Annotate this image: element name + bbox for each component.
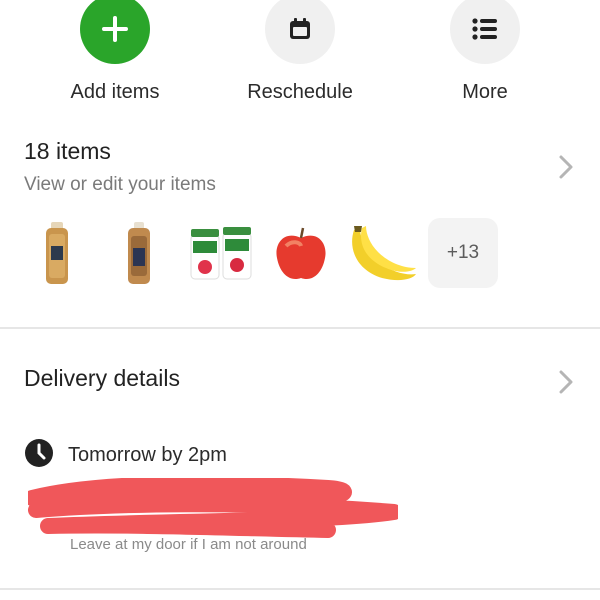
section-divider [0,588,600,590]
chevron-right-icon [558,154,574,185]
list-icon [450,0,520,64]
delivery-slot-text: Tomorrow by 2pm [68,444,227,466]
apple-image [270,218,332,290]
bread-loaf-image [108,218,170,290]
delivery-slot: Tomorrow by 2pm [24,438,227,473]
add-items-label: Add items [70,81,160,103]
reschedule-label: Reschedule [247,81,353,103]
reschedule-button[interactable]: Reschedule [210,0,390,104]
more-items-badge[interactable]: +13 [428,218,498,288]
section-divider [0,327,600,329]
item-thumbnails: +13 [24,218,504,290]
delivery-instructions: Leave at my door if I am not around [70,536,307,553]
bread-loaf-image [26,218,88,290]
more-button[interactable]: More [395,0,575,104]
banana-image [346,218,418,290]
clock-icon [24,438,54,473]
more-label: More [462,81,508,103]
add-items-button[interactable]: Add items [25,0,205,104]
items-summary[interactable]: 18 items View or edit your items +13 [24,138,584,298]
yogurt-image [186,218,258,290]
delivery-details[interactable]: Delivery details [24,365,584,394]
calendar-icon [265,0,335,64]
plus-icon [80,0,150,64]
chevron-right-icon [558,369,574,400]
redaction-mark [28,478,398,538]
items-subtitle: View or edit your items [24,174,216,195]
delivery-title: Delivery details [24,365,180,391]
items-count: 18 items [24,138,111,164]
action-row: Add items Reschedule More [0,0,600,110]
